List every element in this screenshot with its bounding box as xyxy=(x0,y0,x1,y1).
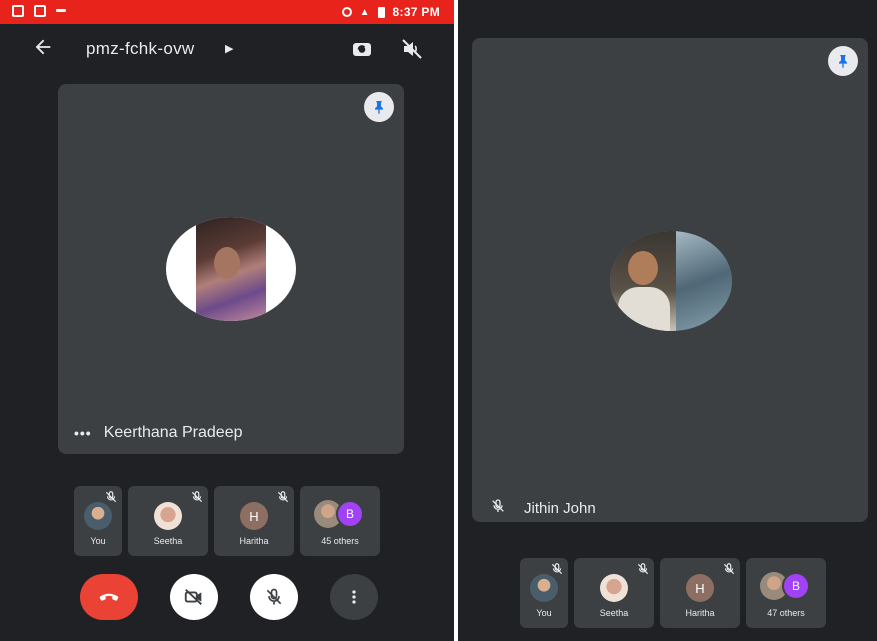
pin-icon[interactable] xyxy=(364,92,394,122)
main-video-tile[interactable]: ••• Keerthana Pradeep xyxy=(58,84,404,454)
caret-right-icon[interactable]: ▶ xyxy=(225,42,233,55)
speaker-name: Keerthana Pradeep xyxy=(103,424,243,441)
alarm-icon xyxy=(341,7,352,17)
participant-tile[interactable]: Seetha xyxy=(128,486,208,556)
meeting-screen-right: Jithin John You Seetha H Haritha B 47 ot… xyxy=(458,0,877,641)
more-horiz-icon: ••• xyxy=(74,425,92,441)
signal-icon: ▲ xyxy=(359,6,370,18)
speaker-name: Jithin John xyxy=(524,500,596,517)
avatar: H xyxy=(240,502,268,530)
camera-off-button[interactable] xyxy=(170,574,218,620)
battery-icon xyxy=(377,6,385,18)
speaker-face xyxy=(214,247,240,279)
participant-strip: You Seetha H Haritha B xyxy=(520,558,826,628)
meeting-screen-left: ▲ 8:37 PM pmz-fchk-ovw ▶ ••• Keerthana P… xyxy=(0,0,454,641)
screenshot: ▲ 8:37 PM pmz-fchk-ovw ▶ ••• Keerthana P… xyxy=(0,0,877,641)
meeting-top-bar: pmz-fchk-ovw ▶ xyxy=(0,28,454,72)
avatar: H xyxy=(686,574,714,602)
cast-icon xyxy=(12,5,24,17)
main-video-tile[interactable]: Jithin John xyxy=(472,38,868,522)
participant-label: 47 others xyxy=(767,608,805,618)
more-vert-button[interactable] xyxy=(330,574,378,620)
speaker-avatar xyxy=(610,231,732,331)
image-icon xyxy=(34,5,46,17)
avatar xyxy=(600,574,628,602)
status-time: 8:37 PM xyxy=(392,5,440,19)
call-controls xyxy=(80,574,380,620)
participant-tile[interactable]: B 47 others xyxy=(746,558,826,628)
mic-off-icon xyxy=(636,562,650,576)
participant-label: You xyxy=(90,536,106,546)
avatar-group: B xyxy=(314,500,366,528)
avatar-group: B xyxy=(760,572,812,600)
end-call-button[interactable] xyxy=(80,574,138,620)
mic-off-button[interactable] xyxy=(250,574,298,620)
mic-off-icon xyxy=(104,490,118,504)
mic-off-icon xyxy=(490,498,506,519)
participant-label: Haritha xyxy=(685,608,715,618)
participant-label: Haritha xyxy=(239,536,269,546)
avatar xyxy=(84,502,112,530)
speaker-off-icon[interactable] xyxy=(400,37,426,63)
participant-strip: You Seetha H Haritha B xyxy=(74,486,380,556)
back-arrow-icon[interactable] xyxy=(32,36,58,62)
pin-icon[interactable] xyxy=(828,46,858,76)
meeting-code[interactable]: pmz-fchk-ovw xyxy=(86,39,194,59)
notification-icon xyxy=(56,9,66,12)
mic-off-icon xyxy=(276,490,290,504)
switch-camera-icon[interactable] xyxy=(350,37,376,63)
status-right: ▲ 8:37 PM xyxy=(341,5,440,19)
mic-off-icon xyxy=(722,562,736,576)
status-left-icons xyxy=(12,5,66,17)
status-bar: ▲ 8:37 PM xyxy=(0,0,454,24)
speaker-shirt xyxy=(618,287,670,331)
participant-label: Seetha xyxy=(153,536,183,546)
avatar: B xyxy=(336,500,364,528)
participant-label: Seetha xyxy=(599,608,629,618)
participant-tile[interactable]: You xyxy=(74,486,122,556)
mic-off-icon xyxy=(550,562,564,576)
participant-tile[interactable]: You xyxy=(520,558,568,628)
avatar xyxy=(530,574,558,602)
photo-background xyxy=(676,231,732,331)
avatar xyxy=(154,502,182,530)
participant-label: You xyxy=(536,608,552,618)
tile-name-row: Jithin John xyxy=(490,498,596,519)
participant-label: 45 others xyxy=(321,536,359,546)
speaker-face xyxy=(628,251,658,285)
speaker-avatar xyxy=(166,217,296,321)
participant-tile[interactable]: H Haritha xyxy=(660,558,740,628)
participant-tile[interactable]: Seetha xyxy=(574,558,654,628)
avatar: B xyxy=(782,572,810,600)
participant-tile[interactable]: B 45 others xyxy=(300,486,380,556)
mic-off-icon xyxy=(190,490,204,504)
tile-name-row: ••• Keerthana Pradeep xyxy=(74,424,243,442)
participant-tile[interactable]: H Haritha xyxy=(214,486,294,556)
